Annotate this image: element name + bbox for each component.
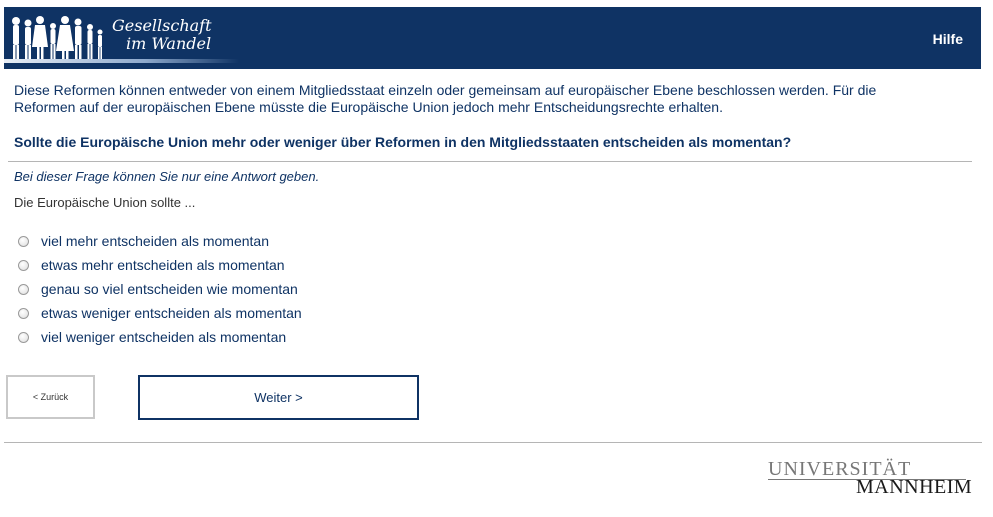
answer-option-label[interactable]: etwas mehr entscheiden als momentan	[41, 257, 285, 273]
back-button[interactable]: < Zurück	[6, 375, 95, 419]
header-bar: Gesellschaft im Wandel Hilfe	[4, 7, 981, 69]
question-stem: Die Europäische Union sollte ...	[14, 195, 196, 210]
answer-option[interactable]: genau so viel entscheiden wie momentan	[18, 277, 302, 301]
university-logo: UNIVERSITÄT MANNHEIM	[768, 458, 972, 498]
radio-button[interactable]	[18, 235, 29, 247]
brand-line-1: Gesellschaft	[112, 16, 212, 35]
people-silhouettes-logo	[12, 16, 103, 59]
brand-text: Gesellschaft im Wandel	[112, 17, 212, 53]
header-accent-stripe	[4, 59, 239, 63]
question-text: Sollte die Europäische Union mehr oder w…	[14, 134, 792, 150]
help-link[interactable]: Hilfe	[933, 31, 963, 47]
divider	[8, 161, 972, 162]
radio-button[interactable]	[18, 307, 29, 319]
answer-option[interactable]: viel mehr entscheiden als momentan	[18, 229, 302, 253]
answer-option-label[interactable]: viel weniger entscheiden als momentan	[41, 329, 286, 345]
radio-button[interactable]	[18, 331, 29, 343]
answer-option-label[interactable]: viel mehr entscheiden als momentan	[41, 233, 269, 249]
next-button[interactable]: Weiter >	[138, 375, 419, 420]
university-logo-line-2: MANNHEIM	[856, 476, 973, 498]
answer-option-label[interactable]: etwas weniger entscheiden als momentan	[41, 305, 302, 321]
radio-button[interactable]	[18, 259, 29, 271]
brand-line-2: im Wandel	[126, 34, 212, 53]
answer-option[interactable]: etwas mehr entscheiden als momentan	[18, 253, 302, 277]
answer-option[interactable]: etwas weniger entscheiden als momentan	[18, 301, 302, 325]
answer-option[interactable]: viel weniger entscheiden als momentan	[18, 325, 302, 349]
answer-hint: Bei dieser Frage können Sie nur eine Ant…	[14, 169, 320, 184]
radio-button[interactable]	[18, 283, 29, 295]
answer-option-label[interactable]: genau so viel entscheiden wie momentan	[41, 281, 298, 297]
answer-options: viel mehr entscheiden als momentan etwas…	[18, 229, 302, 349]
footer-divider	[4, 442, 982, 443]
intro-text: Diese Reformen können entweder von einem…	[14, 82, 877, 115]
